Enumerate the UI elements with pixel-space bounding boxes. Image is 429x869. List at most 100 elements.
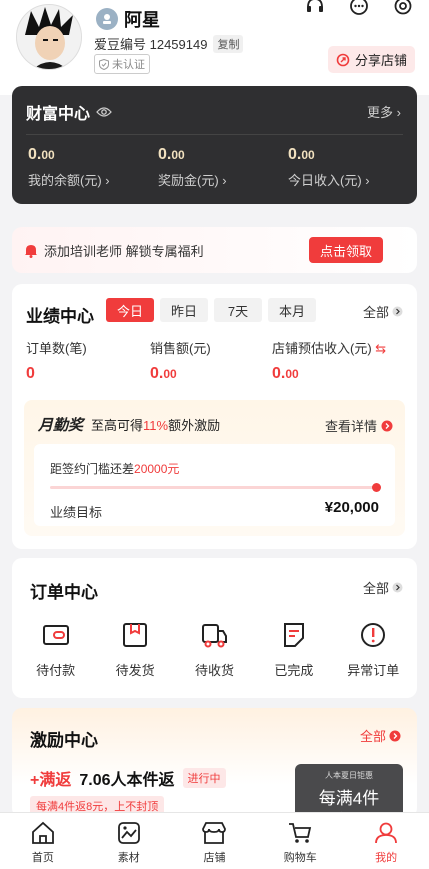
progress-dot <box>372 483 381 492</box>
order-label: 待付款 <box>36 663 76 678</box>
bonus-desc: 至高可得11%额外激励 <box>91 418 221 433</box>
metric-store-income: 店铺预估收入(元) ⇆ 0.00 <box>272 338 386 383</box>
tab-label: 店铺 <box>203 852 226 864</box>
bonus-detail-link[interactable]: 查看详情 <box>325 416 393 435</box>
all-label: 全部 <box>362 581 389 596</box>
orders-all-link[interactable]: 全部 <box>363 578 403 597</box>
package-icon <box>123 623 148 647</box>
tab-label: 素材 <box>117 852 140 864</box>
tab-today[interactable]: 今日 <box>106 298 154 322</box>
store-icon <box>202 822 227 844</box>
target-value: ¥20,000 <box>324 499 379 516</box>
share-store-button[interactable]: 分享店铺 <box>327 46 415 73</box>
incentive-all-link[interactable]: 全部 <box>360 726 401 745</box>
incentive-title: 激励中心 <box>30 731 98 750</box>
swap-icon[interactable]: ⇆ <box>375 341 386 356</box>
tab-home[interactable]: 首页 <box>8 821 78 869</box>
verify-label: 未认证 <box>112 59 145 71</box>
user-id: 爱豆编号 12459149 <box>94 37 208 52</box>
avatar[interactable] <box>16 4 82 70</box>
name-row: 阿星 <box>96 6 160 32</box>
tab-profile[interactable]: 我的 <box>351 821 421 869</box>
completed-doc-icon <box>283 623 304 647</box>
message-icon[interactable] <box>347 0 371 18</box>
promo-text-row: 添加培训老师 解锁专属福利 <box>24 241 204 260</box>
truck-icon <box>202 624 228 648</box>
profile-icon <box>375 822 397 844</box>
metric-sales: 销售额(元) 0.00 <box>150 338 211 383</box>
status-badge: 进行中 <box>182 768 226 788</box>
tab-material[interactable]: 素材 <box>94 821 164 869</box>
wealth-more-label: 更多 <box>367 105 394 120</box>
headset-icon[interactable] <box>303 0 327 18</box>
user-name: 阿星 <box>124 10 160 30</box>
eye-icon[interactable] <box>96 106 112 118</box>
metric-value: 0.00 <box>272 365 299 382</box>
chevron-circle-icon <box>392 306 403 317</box>
order-pending-receipt[interactable]: 待收货 <box>179 620 249 679</box>
tab-store[interactable]: 店铺 <box>179 821 249 869</box>
performance-all-link[interactable]: 全部 <box>363 302 403 321</box>
gap-text: 距签约门槛还差20000元 <box>50 462 180 476</box>
user-id-row: 爱豆编号 12459149 复制 <box>94 34 244 53</box>
wealth-label: 今日收入(元) › <box>288 173 370 188</box>
tab-month[interactable]: 本月 <box>268 298 316 322</box>
order-label: 待收货 <box>194 663 234 678</box>
promo-banner: 添加培训老师 解锁专属福利 点击领取 <box>12 227 417 273</box>
metric-orders: 订单数(笔) 0 <box>26 338 87 383</box>
detail-label: 查看详情 <box>324 419 377 434</box>
tab-label: 我的 <box>375 852 398 864</box>
wealth-item-today-income[interactable]: 0.00 今日收入(元) › <box>288 146 370 189</box>
copy-button[interactable]: 复制 <box>213 34 244 53</box>
tab-label: 首页 <box>31 852 54 864</box>
bottom-tab-bar: 首页 素材 店铺 购物车 我的 <box>0 812 429 869</box>
order-completed[interactable]: 已完成 <box>259 620 329 679</box>
level-badge-icon <box>96 8 118 30</box>
order-label: 异常订单 <box>347 663 400 678</box>
tab-7days[interactable]: 7天 <box>214 298 262 322</box>
order-pending-shipment[interactable]: 待发货 <box>100 620 170 679</box>
order-pending-payment[interactable]: 待付款 <box>21 620 91 679</box>
rebate-activity[interactable]: +满返 7.06人本件返 进行中 <box>30 766 226 790</box>
progress-bar <box>50 483 381 492</box>
order-center-card: 订单中心 全部 待付款 待发货 待收货 已完成 异常订单 <box>12 558 417 698</box>
bonus-header: 月勤奖 至高可得11%额外激励 <box>38 414 220 435</box>
performance-title: 业绩中心 <box>26 307 94 326</box>
metric-label: 店铺预估收入(元) ⇆ <box>272 341 387 356</box>
rebate-title: 7.06人本件返 <box>79 772 175 789</box>
settings-icon[interactable] <box>391 0 415 18</box>
activity-thumbnail[interactable]: 人本夏日钜惠 每满4件 返8元 <box>295 764 403 818</box>
share-icon <box>336 53 350 66</box>
wealth-label: 我的余额(元) › <box>28 173 110 188</box>
shield-icon <box>99 58 109 70</box>
wealth-more-link[interactable]: 更多 › <box>367 102 401 121</box>
all-label: 全部 <box>362 305 389 320</box>
tab-cart[interactable]: 购物车 <box>265 821 335 869</box>
chevron-circle-icon <box>392 582 403 593</box>
metric-label: 订单数(笔) <box>26 341 87 356</box>
order-label: 已完成 <box>274 663 314 678</box>
wealth-item-balance[interactable]: 0.00 我的余额(元) › <box>28 146 110 189</box>
tab-yesterday[interactable]: 昨日 <box>160 298 208 322</box>
divider <box>26 134 403 135</box>
material-icon <box>117 822 140 844</box>
top-icons <box>303 0 415 18</box>
verify-status-badge[interactable]: 未认证 <box>94 54 150 74</box>
promo-text: 添加培训老师 解锁专属福利 <box>44 244 204 259</box>
order-label: 待发货 <box>115 663 155 678</box>
wealth-value: 0.00 <box>288 146 315 163</box>
chevron-circle-icon <box>389 730 401 741</box>
wealth-value: 0.00 <box>158 146 185 163</box>
chevron-right-icon: › <box>396 105 401 120</box>
claim-button[interactable]: 点击领取 <box>309 237 383 263</box>
metric-value: 0 <box>26 365 35 382</box>
wealth-item-reward[interactable]: 0.00 奖励金(元) › <box>158 146 227 189</box>
order-abnormal[interactable]: 异常订单 <box>338 620 408 679</box>
performance-tabs: 今日 昨日 7天 本月 <box>106 298 316 322</box>
order-title: 订单中心 <box>30 583 98 602</box>
thumb-subtitle: 人本夏日钜惠 <box>325 771 373 780</box>
metric-label: 销售额(元) <box>150 341 211 356</box>
target-label: 业绩目标 <box>50 505 103 520</box>
wealth-title: 财富中心 <box>26 100 112 124</box>
share-label: 分享店铺 <box>354 53 407 68</box>
